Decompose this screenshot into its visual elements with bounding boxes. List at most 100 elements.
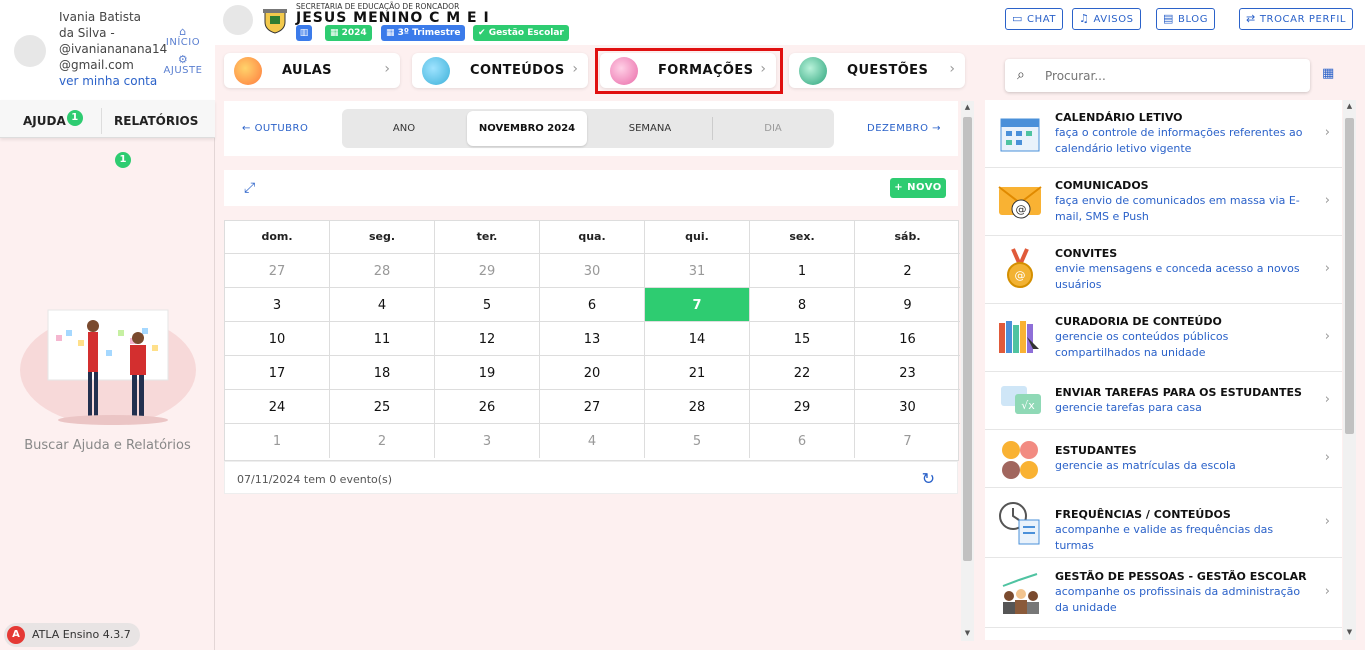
version-badge[interactable]: A ATLA Ensino 4.3.7 [4,623,140,647]
calendar-day[interactable]: 3 [435,423,540,458]
list-item[interactable]: GESTÃO DE PESSOAS - PROFESSORES [985,628,1342,640]
avatar[interactable] [14,35,46,67]
calendar-day[interactable]: 30 [855,389,960,424]
calendar-day[interactable]: 3 [225,287,330,322]
scroll-thumb[interactable] [1345,118,1354,434]
calendar-day[interactable]: 20 [540,355,645,390]
calendar-day[interactable]: 27 [540,389,645,424]
category-aulas[interactable]: AULAS › [224,53,400,88]
list-item[interactable]: @ CONVITES envie mensagens e conceda acess… [985,236,1342,304]
list-item[interactable]: CURADORIA DE CONTEÚDO gerencie os conteúd… [985,304,1342,372]
calendar-day[interactable]: 12 [435,321,540,356]
calendar-day[interactable]: 24 [225,389,330,424]
calendar-day[interactable]: 2 [855,253,960,288]
next-month-link[interactable]: DEZEMBRO → [867,123,941,134]
calendar-day[interactable]: 6 [540,287,645,322]
scroll-thumb[interactable] [963,117,972,561]
blog-button[interactable]: ▤ BLOG [1156,8,1216,30]
chat-button[interactable]: ▭ CHAT [1005,8,1064,30]
category-label: AULAS [282,63,332,78]
list-item[interactable]: CALENDÁRIO LETIVO faça o controle de info… [985,100,1342,168]
calendar-day[interactable]: 18 [330,355,435,390]
term-chip[interactable]: ▦ 3º Trimestre [381,25,466,41]
list-item[interactable]: GESTÃO DE PESSOAS - GESTÃO ESCOLAR acompa… [985,558,1342,628]
calendar-day[interactable]: 4 [330,287,435,322]
scroll-up-icon[interactable]: ▲ [1343,102,1356,110]
view-semana[interactable]: SEMANA [590,109,710,148]
module-scrollbar[interactable]: ▲ ▼ [1343,100,1356,640]
view-dia[interactable]: DIA [713,109,833,148]
calendar-day[interactable]: 2 [330,423,435,458]
left-sidebar: Ivania Batista da Silva - @ivaniananana1… [0,0,215,650]
conteudos-icon [422,57,450,85]
calendar-day[interactable]: 5 [645,423,750,458]
inicio-button[interactable]: ⌂ INÍCIO [158,26,208,48]
category-questoes[interactable]: QUESTÕES › [789,53,965,88]
calendar-day[interactable]: 19 [435,355,540,390]
scroll-down-icon[interactable]: ▼ [961,629,974,637]
calendar-day[interactable]: 4 [540,423,645,458]
calendar-day[interactable]: 15 [750,321,855,356]
avisos-button[interactable]: ♫ AVISOS [1072,8,1141,30]
calendar-day[interactable]: 27 [225,253,330,288]
help-caption: Buscar Ajuda e Relatórios [24,438,191,453]
calendar-day[interactable]: 11 [330,321,435,356]
calendar-day[interactable]: 28 [330,253,435,288]
calendar-day[interactable]: 22 [750,355,855,390]
ajuste-button[interactable]: ⚙ AJUSTE [158,54,208,76]
calendar-day[interactable]: 17 [225,355,330,390]
calendar-day[interactable]: 29 [435,253,540,288]
calendar-day[interactable]: 21 [645,355,750,390]
calendar-day[interactable]: 28 [645,389,750,424]
trocar-perfil-button[interactable]: ⇄ TROCAR PERFIL [1239,8,1354,30]
search-icon: ⌕ [1017,67,1025,83]
expand-icon[interactable]: ⤢ [244,180,255,196]
scroll-down-icon[interactable]: ▼ [1343,628,1356,636]
view-ano[interactable]: ANO [342,109,466,148]
svg-text:@: @ [1015,269,1026,282]
mode-chip[interactable]: ✔ Gestão Escolar [473,25,569,41]
category-conteudos[interactable]: CONTEÚDOS › [412,53,588,88]
tab-relatorios[interactable]: RELATÓRIOS 1 [114,100,215,168]
stats-chip[interactable]: ▥ [296,25,312,41]
calendar-day[interactable]: 29 [750,389,855,424]
account-link[interactable]: ver minha conta [59,74,157,88]
calendar-day[interactable]: 1 [750,253,855,288]
weekday-header: sáb. [894,230,921,243]
list-item[interactable]: @ COMUNICADOS faça envio de comunicados em… [985,168,1342,236]
calendar-day[interactable]: 14 [645,321,750,356]
calendar-day[interactable]: 5 [435,287,540,322]
grid-view-icon[interactable]: ▦ [1322,66,1334,81]
calendar-day[interactable]: 16 [855,321,960,356]
refresh-icon[interactable]: ↻ [922,469,935,488]
calendar-day[interactable]: 30 [540,253,645,288]
calendar-day[interactable]: 7 [855,423,960,458]
calendar-day[interactable]: 31 [645,253,750,288]
calendar-day[interactable]: 10 [225,321,330,356]
calendar-day[interactable]: 23 [855,355,960,390]
mode-chip-label: Gestão Escolar [488,28,564,38]
list-item[interactable]: ESTUDANTES gerencie as matrículas da esco… [985,430,1342,488]
prev-month-link[interactable]: ← OUTUBRO [242,123,308,134]
calendar-day[interactable]: 25 [330,389,435,424]
list-item[interactable]: √x ENVIAR TAREFAS PARA OS ESTUDANTES geren… [985,372,1342,430]
new-event-button[interactable]: + NOVO [890,178,946,198]
calendar-day[interactable]: 8 [750,287,855,322]
calendar-scrollbar[interactable]: ▲ ▼ [961,101,974,641]
calendar-day[interactable]: 1 [225,423,330,458]
year-chip[interactable]: ▦ 2024 [325,25,372,41]
list-item[interactable]: FREQUÊNCIAS / CONTEÚDOS acompanhe e valid… [985,488,1342,558]
calendar-day[interactable]: 13 [540,321,645,356]
calendar-day[interactable]: 6 [750,423,855,458]
calendar-day-today[interactable]: 7 [645,287,750,322]
scroll-up-icon[interactable]: ▲ [961,103,974,111]
calendar-day[interactable]: 9 [855,287,960,322]
chevron-right-icon: › [949,61,955,77]
tab-ajuda[interactable]: AJUDA 1 [23,100,83,138]
view-month[interactable]: NOVEMBRO 2024 [467,111,587,146]
calendar-day[interactable]: 26 [435,389,540,424]
search-input[interactable] [1045,66,1300,86]
module-title: CURADORIA DE CONTEÚDO [1055,315,1222,328]
weekday-header: dom. [225,221,330,253]
school-avatar[interactable] [223,5,253,35]
